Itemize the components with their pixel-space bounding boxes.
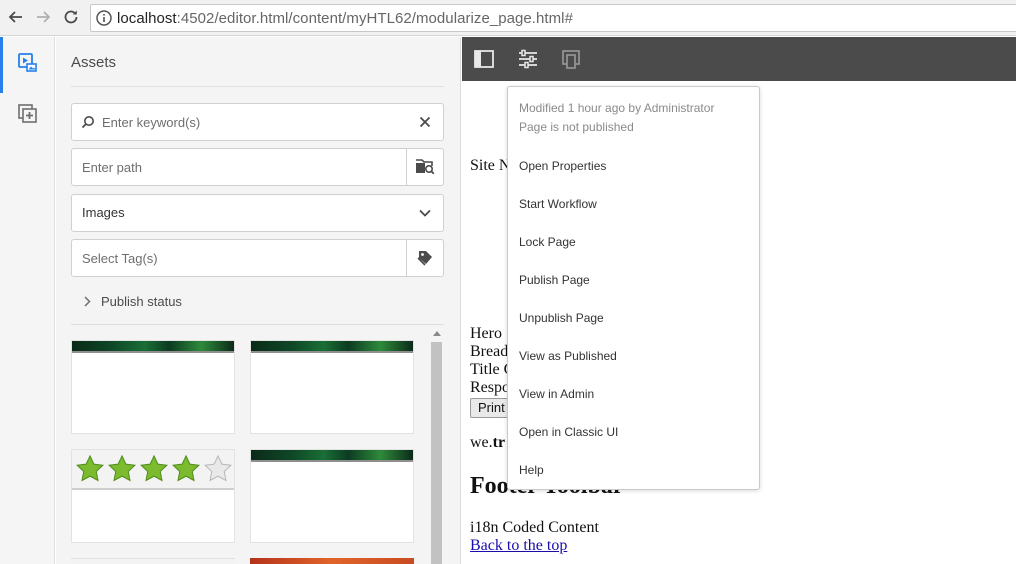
asset-thumbnail — [251, 450, 413, 462]
panel-divider — [71, 86, 444, 87]
components-icon[interactable] — [18, 104, 38, 124]
asset-card-partial[interactable] — [250, 558, 414, 564]
asset-card[interactable] — [71, 340, 235, 434]
star-empty-icon — [204, 454, 232, 482]
keyword-search-input[interactable]: Enter keyword(s) — [102, 115, 200, 130]
responsive-text: Respo — [470, 379, 510, 396]
editor-toolbar — [462, 37, 1016, 81]
menu-item-lock-page[interactable]: Lock Page — [519, 235, 576, 249]
publish-status-label: Publish status — [101, 293, 182, 309]
forward-button[interactable] — [32, 6, 54, 28]
folder-search-icon — [416, 159, 435, 175]
back-button[interactable] — [5, 6, 27, 28]
scroll-up-arrow[interactable] — [433, 331, 441, 336]
asset-type-value: Images — [82, 205, 125, 220]
path-field[interactable]: Enter path — [71, 148, 444, 186]
tags-field[interactable]: Select Tag(s) — [71, 239, 444, 277]
menu-item-start-workflow[interactable]: Start Workflow — [519, 197, 597, 211]
star-icon — [172, 454, 200, 482]
asset-card-partial[interactable] — [71, 558, 235, 564]
star-icon — [108, 454, 136, 482]
path-browser-button[interactable] — [406, 149, 443, 185]
menu-item-unpublish-page[interactable]: Unpublish Page — [519, 311, 604, 325]
tag-icon — [417, 251, 432, 266]
arrow-right-icon — [37, 11, 51, 23]
keyword-search-field[interactable]: Enter keyword(s) — [71, 103, 444, 141]
we-bold: tr — [492, 434, 506, 451]
address-bar[interactable]: localhost:4502/editor.html/content/myHTL… — [90, 4, 1016, 32]
asset-thumbnail — [251, 341, 413, 353]
panel-title: Assets — [71, 54, 117, 71]
info-icon[interactable] — [95, 9, 113, 27]
rail-active-indicator — [0, 37, 3, 93]
menu-item-help[interactable]: Help — [519, 463, 544, 477]
publish-status-toggle[interactable]: Publish status — [84, 291, 182, 311]
chevron-down-icon — [419, 209, 431, 217]
assets-panel: Assets Enter keyword(s) Enter path Image… — [56, 37, 461, 564]
asset-card[interactable] — [250, 449, 414, 543]
browser-toolbar: localhost:4502/editor.html/content/myHTL… — [0, 0, 1016, 36]
we-text: we.tr — [470, 434, 505, 452]
asset-card[interactable] — [71, 449, 235, 543]
search-icon — [81, 116, 94, 129]
url-text[interactable]: localhost:4502/editor.html/content/myHTL… — [117, 10, 573, 27]
site-nav-text: Site N — [470, 157, 511, 174]
asset-thumbnail — [72, 341, 234, 353]
menu-item-view-in-admin[interactable]: View in Admin — [519, 387, 594, 401]
star-icon — [140, 454, 168, 482]
toggle-side-panel-icon[interactable] — [473, 48, 495, 70]
reload-button[interactable] — [60, 6, 82, 28]
back-to-top-link[interactable]: Back to the top — [470, 537, 567, 555]
modified-info: Modified 1 hour ago by Administrator — [519, 101, 715, 115]
asset-type-select[interactable]: Images — [71, 194, 444, 232]
tags-input[interactable]: Select Tag(s) — [82, 251, 158, 266]
page-information-icon[interactable] — [517, 48, 539, 70]
i18n-text: i18n Coded Content — [470, 519, 599, 536]
menu-item-view-as-published[interactable]: View as Published — [519, 349, 617, 363]
asset-card[interactable] — [250, 340, 414, 434]
side-rail — [0, 37, 55, 564]
assets-divider — [71, 324, 444, 325]
publish-state-info: Page is not published — [519, 120, 634, 134]
page-info-popover: Modified 1 hour ago by Administrator Pag… — [507, 86, 760, 490]
clear-icon[interactable] — [419, 116, 431, 128]
emulator-icon[interactable] — [560, 48, 582, 70]
arrow-left-icon — [8, 11, 22, 23]
menu-item-publish-page[interactable]: Publish Page — [519, 273, 590, 287]
reload-icon — [64, 10, 78, 24]
chevron-right-icon — [84, 295, 91, 307]
assets-icon[interactable] — [18, 53, 38, 73]
menu-item-open-classic-ui[interactable]: Open in Classic UI — [519, 425, 618, 439]
we-prefix: we. — [470, 434, 493, 451]
star-icon — [76, 454, 104, 482]
path-input[interactable]: Enter path — [82, 160, 142, 175]
hero-text: Hero — [470, 325, 502, 342]
star-rating-thumbnail — [72, 450, 234, 490]
breadcrumb-text: Bread — [470, 343, 509, 360]
scroll-thumb[interactable] — [431, 342, 442, 564]
url-host: localhost — [117, 10, 177, 27]
menu-item-open-properties[interactable]: Open Properties — [519, 159, 606, 173]
tag-picker-button[interactable] — [406, 240, 443, 276]
url-path: :4502/editor.html/content/myHTL62/modula… — [176, 10, 573, 27]
assets-scrollbar[interactable] — [431, 331, 442, 564]
